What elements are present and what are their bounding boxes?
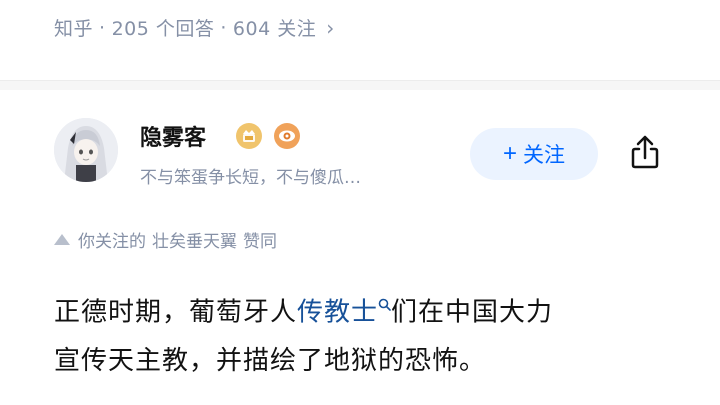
answer-content[interactable]: 正德时期，葡萄牙人传教士 们在中国大力 宣传天主教，并描绘了地狱的恐怖。 [54, 279, 684, 385]
search-icon[interactable] [378, 279, 391, 327]
answer-card: 隐雾客 不与笨蛋争长短，不与傻瓜… + 关注 你关注的 壮矣垂天翼 赞同 正德时… [0, 91, 720, 405]
activity-user[interactable]: 壮矣垂天翼 [152, 227, 237, 252]
answer-line-2: 宣传天主教，并描绘了地狱的恐怖。 [54, 345, 487, 376]
author-name[interactable]: 隐雾客 [140, 120, 206, 152]
follow-label: 关注 [523, 144, 565, 167]
author-bio: 不与笨蛋争长短，不与傻瓜… [140, 168, 361, 188]
question-meta-line[interactable]: 知乎 · 205 个回答 · 604 关注 › [54, 14, 335, 41]
eye-badge-icon[interactable] [274, 123, 300, 149]
answers-count: 205 个回答 [111, 18, 215, 40]
section-divider [0, 80, 720, 90]
chevron-right-icon: › [326, 15, 335, 40]
meta-separator: · [220, 16, 227, 39]
upvote-triangle-icon [54, 234, 70, 245]
source-label: 知乎 [54, 18, 94, 40]
meta-separator: · [99, 16, 106, 39]
answer-text: 正德时期，葡萄牙人 [54, 297, 298, 328]
followers-count: 604 关注 [232, 18, 317, 40]
activity-prefix: 你关注的 [78, 232, 146, 252]
answer-line-1: 正德时期，葡萄牙人传教士 们在中国大力 [54, 279, 684, 337]
activity-action: 赞同 [243, 232, 277, 252]
answer-text: 们在中国大力 [391, 297, 554, 328]
keyword-link[interactable]: 传教士 [297, 298, 378, 328]
follow-button[interactable]: + 关注 [470, 128, 598, 180]
gold-badge-icon[interactable] [236, 123, 262, 149]
plus-icon: + [502, 140, 517, 167]
question-meta-bar[interactable]: 知乎 · 205 个回答 · 604 关注 › [0, 0, 720, 56]
activity-line: 你关注的 壮矣垂天翼 赞同 [54, 227, 277, 252]
avatar[interactable] [54, 118, 118, 182]
share-icon[interactable] [626, 133, 664, 171]
